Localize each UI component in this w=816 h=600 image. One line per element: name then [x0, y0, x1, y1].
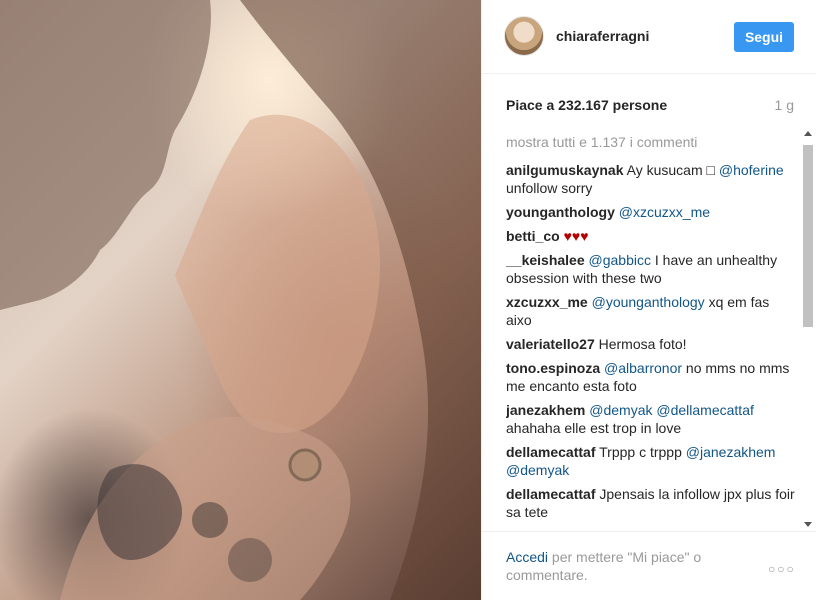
heart-icon: ♥♥♥ — [563, 228, 589, 244]
post-time[interactable]: 1 g — [775, 97, 794, 113]
post-photo[interactable] — [0, 0, 481, 600]
comment-text: Trppp c trppp — [599, 444, 686, 460]
comment-username[interactable]: __keishalee — [506, 252, 585, 268]
comment-mention[interactable]: @hoferine — [719, 162, 784, 178]
comment-text: unfollow sorry — [506, 180, 593, 196]
more-options-icon[interactable]: ○○○ — [768, 562, 796, 576]
likes-row: Piace a 232.167 persone 1 g — [506, 97, 794, 117]
comment-item: dellamecattaf Trppp c trppp @janezakhem … — [506, 443, 796, 479]
post-sidebar: chiaraferragni Segui Piace a 232.167 per… — [481, 0, 816, 600]
comment-text: ahahaha elle est trop in love — [506, 420, 682, 436]
likes-count[interactable]: Piace a 232.167 persone — [506, 97, 667, 113]
comment-item: xzcuzxx_me @younganthology xq em fas aix… — [506, 293, 796, 329]
comment-mention[interactable]: @xzcuzxx_me — [619, 204, 710, 220]
comment-mention[interactable]: @janezakhem — [686, 444, 776, 460]
comment-username[interactable]: dellamecattaf — [506, 444, 595, 460]
comment-username[interactable]: janezakhem — [506, 402, 585, 418]
view-all-comments-link[interactable]: mostra tutti e 1.137 i commenti — [506, 133, 796, 155]
comment-mention[interactable]: @gabbicc — [589, 252, 651, 268]
follow-button[interactable]: Segui — [734, 22, 794, 52]
post-header: chiaraferragni Segui — [482, 0, 816, 74]
comment-item: betti_co ♥♥♥ — [506, 227, 796, 245]
post-footer: Accedi per mettere "Mi piace" o commenta… — [482, 531, 816, 600]
author-username[interactable]: chiaraferragni — [556, 28, 649, 44]
comment-text: □ — [706, 162, 719, 178]
comment-text: Ay kusucam — [626, 162, 707, 178]
scroll-up-icon[interactable] — [804, 131, 812, 136]
comment-mention[interactable]: @dellamecattaf — [656, 402, 753, 418]
avatar[interactable] — [504, 16, 544, 56]
comment-username[interactable]: younganthology — [506, 204, 615, 220]
comment-username[interactable]: xzcuzxx_me — [506, 294, 588, 310]
scroll-thumb[interactable] — [803, 145, 813, 327]
comment-mention[interactable]: @demyak — [589, 402, 652, 418]
comment-text: Hermosa foto! — [598, 336, 687, 352]
comment-item: younganthology @xzcuzxx_me — [506, 203, 796, 221]
scroll-down-icon[interactable] — [804, 522, 812, 527]
comment-item: anilgumuskaynak Ay kusucam □ @hoferine u… — [506, 161, 796, 197]
login-link[interactable]: Accedi — [506, 549, 548, 565]
comment-item: dellamecattaf Jpensais la infollow jpx p… — [506, 485, 796, 521]
comment-item: __keishalee @gabbicc I have an unhealthy… — [506, 251, 796, 287]
comments-list: mostra tutti e 1.137 i commenti anilgumu… — [506, 133, 796, 531]
comment-mention[interactable]: @younganthology — [592, 294, 705, 310]
comment-username[interactable]: betti_co — [506, 228, 560, 244]
comment-item: tono.espinoza @albarronor no mms no mms … — [506, 359, 796, 395]
comment-username[interactable]: tono.espinoza — [506, 360, 600, 376]
comment-mention[interactable]: @albarronor — [604, 360, 682, 376]
comment-username[interactable]: anilgumuskaynak — [506, 162, 624, 178]
comment-item: valeriatello27 Hermosa foto! — [506, 335, 796, 353]
photo-illustration — [0, 0, 481, 600]
comments-scrollbar[interactable] — [800, 129, 816, 529]
login-prompt: Accedi per mettere "Mi piace" o commenta… — [506, 548, 746, 584]
comment-username[interactable]: dellamecattaf — [506, 486, 595, 502]
comment-username[interactable]: valeriatello27 — [506, 336, 595, 352]
comment-item: janezakhem @demyak @dellamecattaf ahahah… — [506, 401, 796, 437]
comment-mention[interactable]: @demyak — [506, 462, 569, 478]
